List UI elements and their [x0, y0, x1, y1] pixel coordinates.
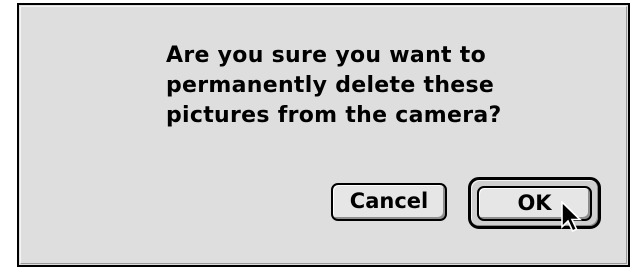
dialog-message-line-3: pictures from the camera?: [166, 103, 502, 128]
arrow-pointer-icon: [561, 201, 582, 233]
delete-confirmation-dialog: Are you sure you want to permanently del…: [17, 3, 630, 267]
dialog-message: Are you sure you want to permanently del…: [166, 41, 586, 131]
cancel-button[interactable]: Cancel: [331, 183, 447, 221]
dialog-message-line-1: Are you sure you want to: [166, 43, 487, 68]
dialog-message-line-2: permanently delete these: [166, 73, 495, 98]
